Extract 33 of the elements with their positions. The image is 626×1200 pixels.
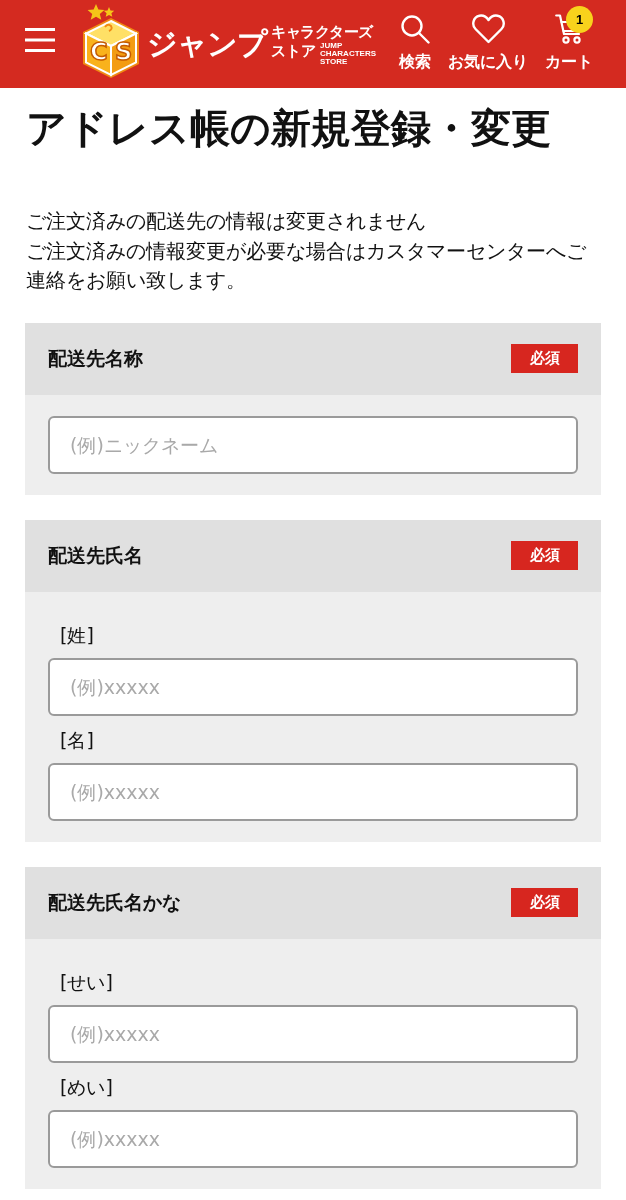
section-title: 配送先氏名かな [48,890,181,916]
logo-sub-text: ストア [271,42,316,60]
input-field[interactable]: (例)xxxxx [48,1109,578,1168]
cart-button[interactable]: カート 1 [545,6,593,72]
input-field[interactable]: (例)xxxxx [48,657,578,716]
required-badge: 必須 [511,888,578,917]
logo-sub-text: キャラクターズ [271,23,375,41]
logo-main-text: ジャンプ [147,26,267,62]
required-badge: 必須 [511,541,578,570]
field-label: [めい] [60,1074,113,1100]
field-label: [せい] [60,969,113,995]
favorites-button[interactable]: お気に入り [448,6,528,72]
field-label: [姓] [60,622,94,648]
cart-icon [555,14,583,44]
required-badge: 必須 [511,344,578,373]
page-title: アドレス帳の新規登録・変更 [25,104,552,152]
section-title: 配送先氏名 [48,543,143,569]
section-title: 配送先名称 [48,346,143,372]
input-field[interactable]: (例)xxxxx [48,1004,578,1063]
heart-icon [471,14,505,44]
notice-text: ご注文済みの配送先の情報は変更されません [26,209,427,235]
menu-icon[interactable] [25,28,55,52]
logo-letter: C [90,40,108,64]
input-field[interactable]: (例)xxxxx [48,762,578,821]
logo-letter: S [115,40,133,64]
cube-logo-icon [80,3,142,79]
input-field[interactable]: (例)ニックネーム [48,415,578,474]
search-button[interactable]: 検索 [399,6,431,72]
cart-count-badge: 1 [566,6,593,33]
notice-text: ご注文済みの情報変更が必要な場合はカスタマーセンターへご連絡をお願い致します。 [26,238,587,294]
search-icon [400,14,430,44]
logo-english-text: JUMP CHARACTERS STORE [320,42,376,66]
field-label: [名] [60,727,94,753]
